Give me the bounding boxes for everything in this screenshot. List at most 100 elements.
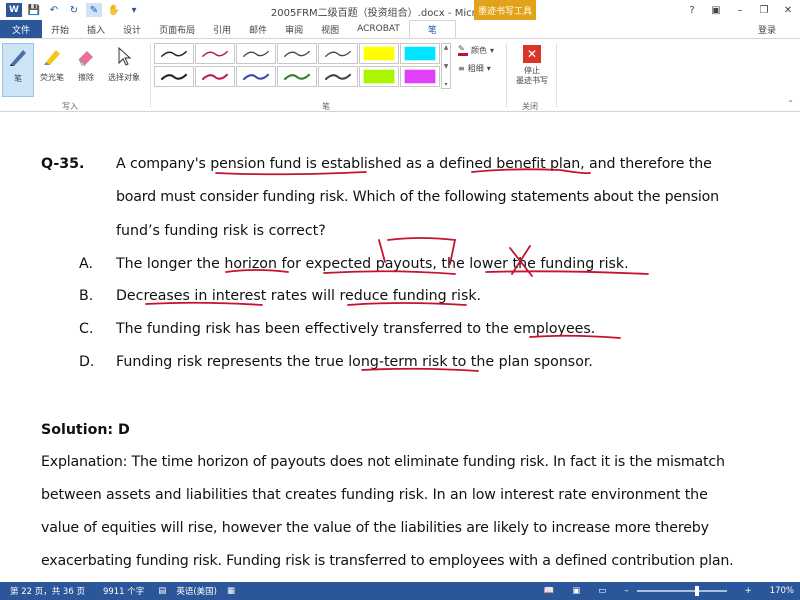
status-bar: 第 22 页，共 36 页 9911 个字 ▤ 英语(美国) ▦ 📖 ▣ ▭ –… (0, 582, 800, 600)
tab-file[interactable]: 文件 (0, 20, 43, 38)
ribbon-tabs: 文件 开始 插入 设计 页面布局 引用 邮件 审阅 视图 ACROBAT 笔 (0, 20, 800, 38)
group-separator (150, 43, 151, 107)
language[interactable]: 英语(美国) (176, 585, 217, 597)
zoom-in-icon[interactable]: + (745, 586, 752, 596)
explanation-line-3: value of equities will rise, however the… (41, 520, 709, 536)
pen-swatch[interactable] (195, 43, 235, 64)
group-separator (506, 43, 507, 107)
select-objects-label: 选择对象 (108, 73, 140, 82)
scroll-down-icon[interactable]: ▼ (444, 63, 449, 70)
option-text-c: The funding risk has been effectively tr… (116, 321, 596, 337)
redo-icon[interactable]: ↻ (66, 3, 82, 17)
highlighter-icon (39, 43, 65, 69)
close-group-label: 关闭 (522, 102, 538, 111)
title-bar: W 💾 ↶ ↻ ✎ ✋ ▾ 2005FRM二级百题（投资组合）.docx - M… (0, 0, 800, 20)
question-text-line-1: A company's pension fund is established … (116, 156, 712, 172)
print-layout-icon[interactable]: ▣ (572, 586, 580, 596)
zoom-out-icon[interactable]: – (624, 586, 628, 596)
pen-mode-icon[interactable]: ✎ (86, 3, 102, 17)
help-button[interactable]: ? (680, 0, 704, 20)
pen-swatch[interactable] (318, 66, 358, 87)
tab-acrobat[interactable]: ACROBAT (348, 20, 409, 38)
highlighter-swatch[interactable] (400, 66, 440, 87)
pen-swatch[interactable] (236, 66, 276, 87)
arrow-cursor-icon (111, 43, 137, 69)
scroll-up-icon[interactable]: ▲ (444, 44, 449, 51)
color-dropdown[interactable]: ✎ 颜色 ▾ (458, 44, 494, 56)
zoom-slider[interactable] (636, 586, 727, 596)
gallery-more-icon[interactable]: ▾ (444, 81, 447, 88)
word-app-icon[interactable]: W (6, 3, 22, 17)
eraser-tool-button[interactable]: 擦除 (70, 43, 102, 83)
tab-references[interactable]: 引用 (204, 20, 240, 38)
question-text-line-3: fund’s funding risk is correct? (116, 223, 326, 239)
tab-review[interactable]: 审阅 (276, 20, 312, 38)
pens-group-label: 笔 (322, 102, 330, 111)
web-layout-icon[interactable]: ▭ (598, 586, 606, 596)
macro-icon[interactable]: ▦ (227, 586, 235, 596)
touch-mode-icon[interactable]: ✋ (106, 3, 122, 17)
zoom-level[interactable]: 170% (770, 586, 794, 596)
proofing-icon[interactable]: ▤ (158, 586, 166, 596)
highlighter-swatch[interactable] (359, 43, 399, 64)
ink-annotations[interactable] (0, 112, 800, 582)
save-icon[interactable]: 💾 (26, 3, 42, 17)
highlighter-swatch[interactable] (359, 66, 399, 87)
select-objects-button[interactable]: 选择对象 (104, 43, 144, 83)
tab-view[interactable]: 视图 (312, 20, 348, 38)
pen-swatch[interactable] (277, 43, 317, 64)
word-count[interactable]: 9911 个字 (103, 585, 144, 597)
tab-design[interactable]: 设计 (114, 20, 150, 38)
pen-swatch[interactable] (154, 43, 194, 64)
question-text-line-2: board must consider funding risk. Which … (116, 189, 719, 205)
thickness-dropdown[interactable]: ≡ 粗细 ▾ (458, 63, 491, 74)
tab-insert[interactable]: 插入 (78, 20, 114, 38)
pen-icon (5, 44, 31, 70)
tab-page-layout[interactable]: 页面布局 (150, 20, 204, 38)
minimize-button[interactable]: – (728, 0, 752, 20)
tab-home[interactable]: 开始 (42, 20, 78, 38)
eraser-tool-label: 擦除 (78, 73, 94, 82)
login-link[interactable]: 登录 (758, 23, 776, 36)
pen-tool-button[interactable]: 笔 (2, 43, 34, 97)
close-x-icon: ✕ (523, 45, 541, 63)
tab-mailings[interactable]: 邮件 (240, 20, 276, 38)
pen-swatch[interactable] (318, 43, 358, 64)
pen-swatch[interactable] (154, 66, 194, 87)
eraser-icon (73, 43, 99, 69)
window-controls: ? ▣ – ❐ ✕ (680, 0, 800, 20)
read-mode-icon[interactable]: 📖 (544, 586, 555, 596)
page-count[interactable]: 第 22 页，共 36 页 (10, 585, 85, 597)
ink-tools-context-title: 墨迹书写工具 (474, 0, 536, 20)
undo-icon[interactable]: ↶ (46, 3, 62, 17)
stop-inking-button[interactable]: ✕ 停止 墨迹书写 (512, 45, 552, 86)
pen-swatch[interactable] (277, 66, 317, 87)
option-letter-d: D. (79, 354, 95, 370)
ribbon: 笔 荧光笔 擦除 选择对象 写入 ▲ ▼ ▾ ✎ 颜色 ▾ ≡ 粗细 ▾ 笔 ✕… (0, 38, 800, 112)
option-text-d: Funding risk represents the true long-te… (116, 354, 593, 370)
pen-gallery-scroll[interactable]: ▲ ▼ ▾ (441, 43, 451, 89)
restore-button[interactable]: ❐ (752, 0, 776, 20)
thickness-label: 粗细 (467, 64, 484, 73)
color-label: 颜色 (471, 46, 487, 55)
stop-inking-label-1: 停止 (524, 66, 540, 75)
pen-swatch[interactable] (236, 43, 276, 64)
stop-inking-label-2: 墨迹书写 (516, 76, 548, 85)
solution-heading: Solution: D (41, 422, 130, 438)
collapse-ribbon-icon[interactable]: ⌃ (787, 99, 794, 108)
status-right: 📖 ▣ ▭ – + 170% (534, 582, 794, 600)
option-letter-a: A. (79, 256, 93, 272)
zoom-slider-knob[interactable] (694, 586, 699, 596)
color-icon: ✎ (458, 44, 468, 56)
highlighter-tool-button[interactable]: 荧光笔 (36, 43, 68, 83)
ribbon-display-button[interactable]: ▣ (704, 0, 728, 20)
group-separator (556, 43, 557, 107)
highlighter-tool-label: 荧光笔 (40, 73, 64, 82)
close-button[interactable]: ✕ (776, 0, 800, 20)
customize-toolbar-icon[interactable]: ▾ (126, 3, 142, 17)
highlighter-swatch[interactable] (400, 43, 440, 64)
document-page[interactable]: Q-35. A company's pension fund is establ… (0, 112, 800, 582)
quick-access-toolbar: W 💾 ↶ ↻ ✎ ✋ ▾ (0, 3, 142, 17)
pen-swatch[interactable] (195, 66, 235, 87)
tab-pens[interactable]: 笔 (408, 20, 456, 38)
